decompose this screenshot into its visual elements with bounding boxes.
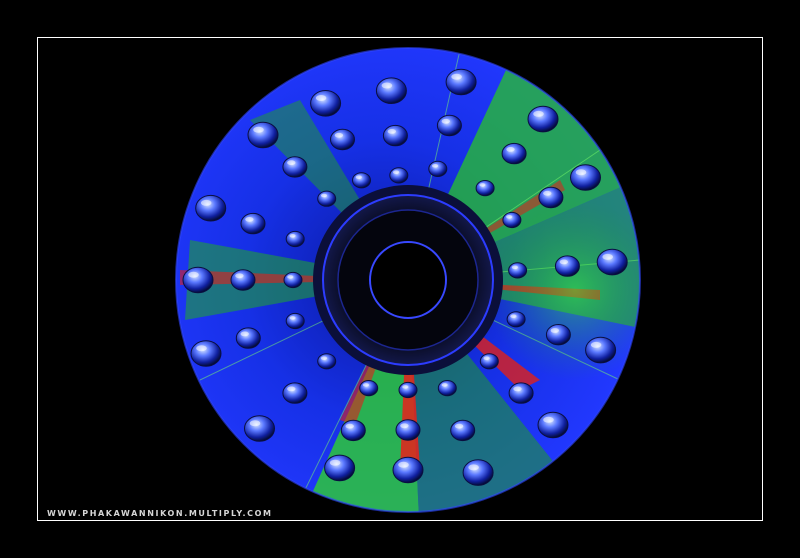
watermark-text: WWW.PHAKAWANNIKON.MULTIPLY.COM	[47, 509, 273, 518]
photo-frame-border	[37, 37, 763, 521]
photo-canvas: WWW.PHAKAWANNIKON.MULTIPLY.COM	[0, 0, 800, 558]
